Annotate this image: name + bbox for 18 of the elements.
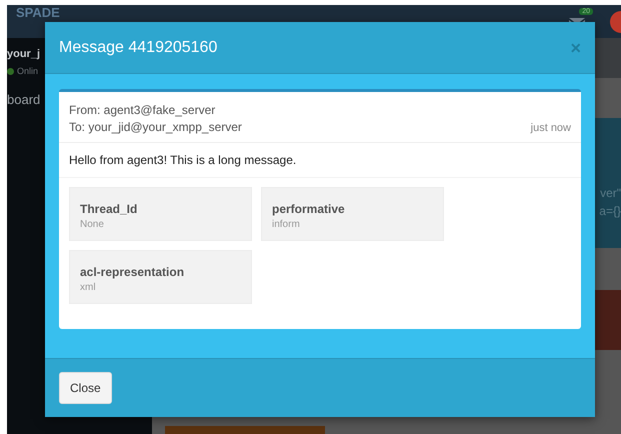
code-line: ver"	[600, 186, 621, 200]
sender-text: From: agent3@fake_server	[69, 103, 216, 117]
message-text: Hello from agent3! This is a long message.	[59, 143, 581, 178]
nav-item[interactable]: board	[7, 92, 40, 107]
property-value: inform	[272, 219, 301, 230]
recipient-text: To: your_jid@your_xmpp_server	[69, 120, 242, 134]
property-name: performative	[272, 202, 346, 216]
dialog-title: Message 4419205160	[59, 38, 218, 56]
code-line: a={}	[599, 204, 621, 218]
status-text: Onlin	[17, 66, 38, 76]
property-value: xml	[80, 282, 97, 293]
property-name: Thread_Id	[80, 202, 138, 216]
brand-logo: SPADE	[16, 6, 60, 20]
user-name: your_j	[7, 48, 40, 60]
property-value: None	[80, 219, 105, 230]
close-button[interactable]: Close	[59, 372, 112, 404]
property-name: acl-representation	[80, 265, 186, 279]
timestamp: just now	[530, 122, 571, 134]
